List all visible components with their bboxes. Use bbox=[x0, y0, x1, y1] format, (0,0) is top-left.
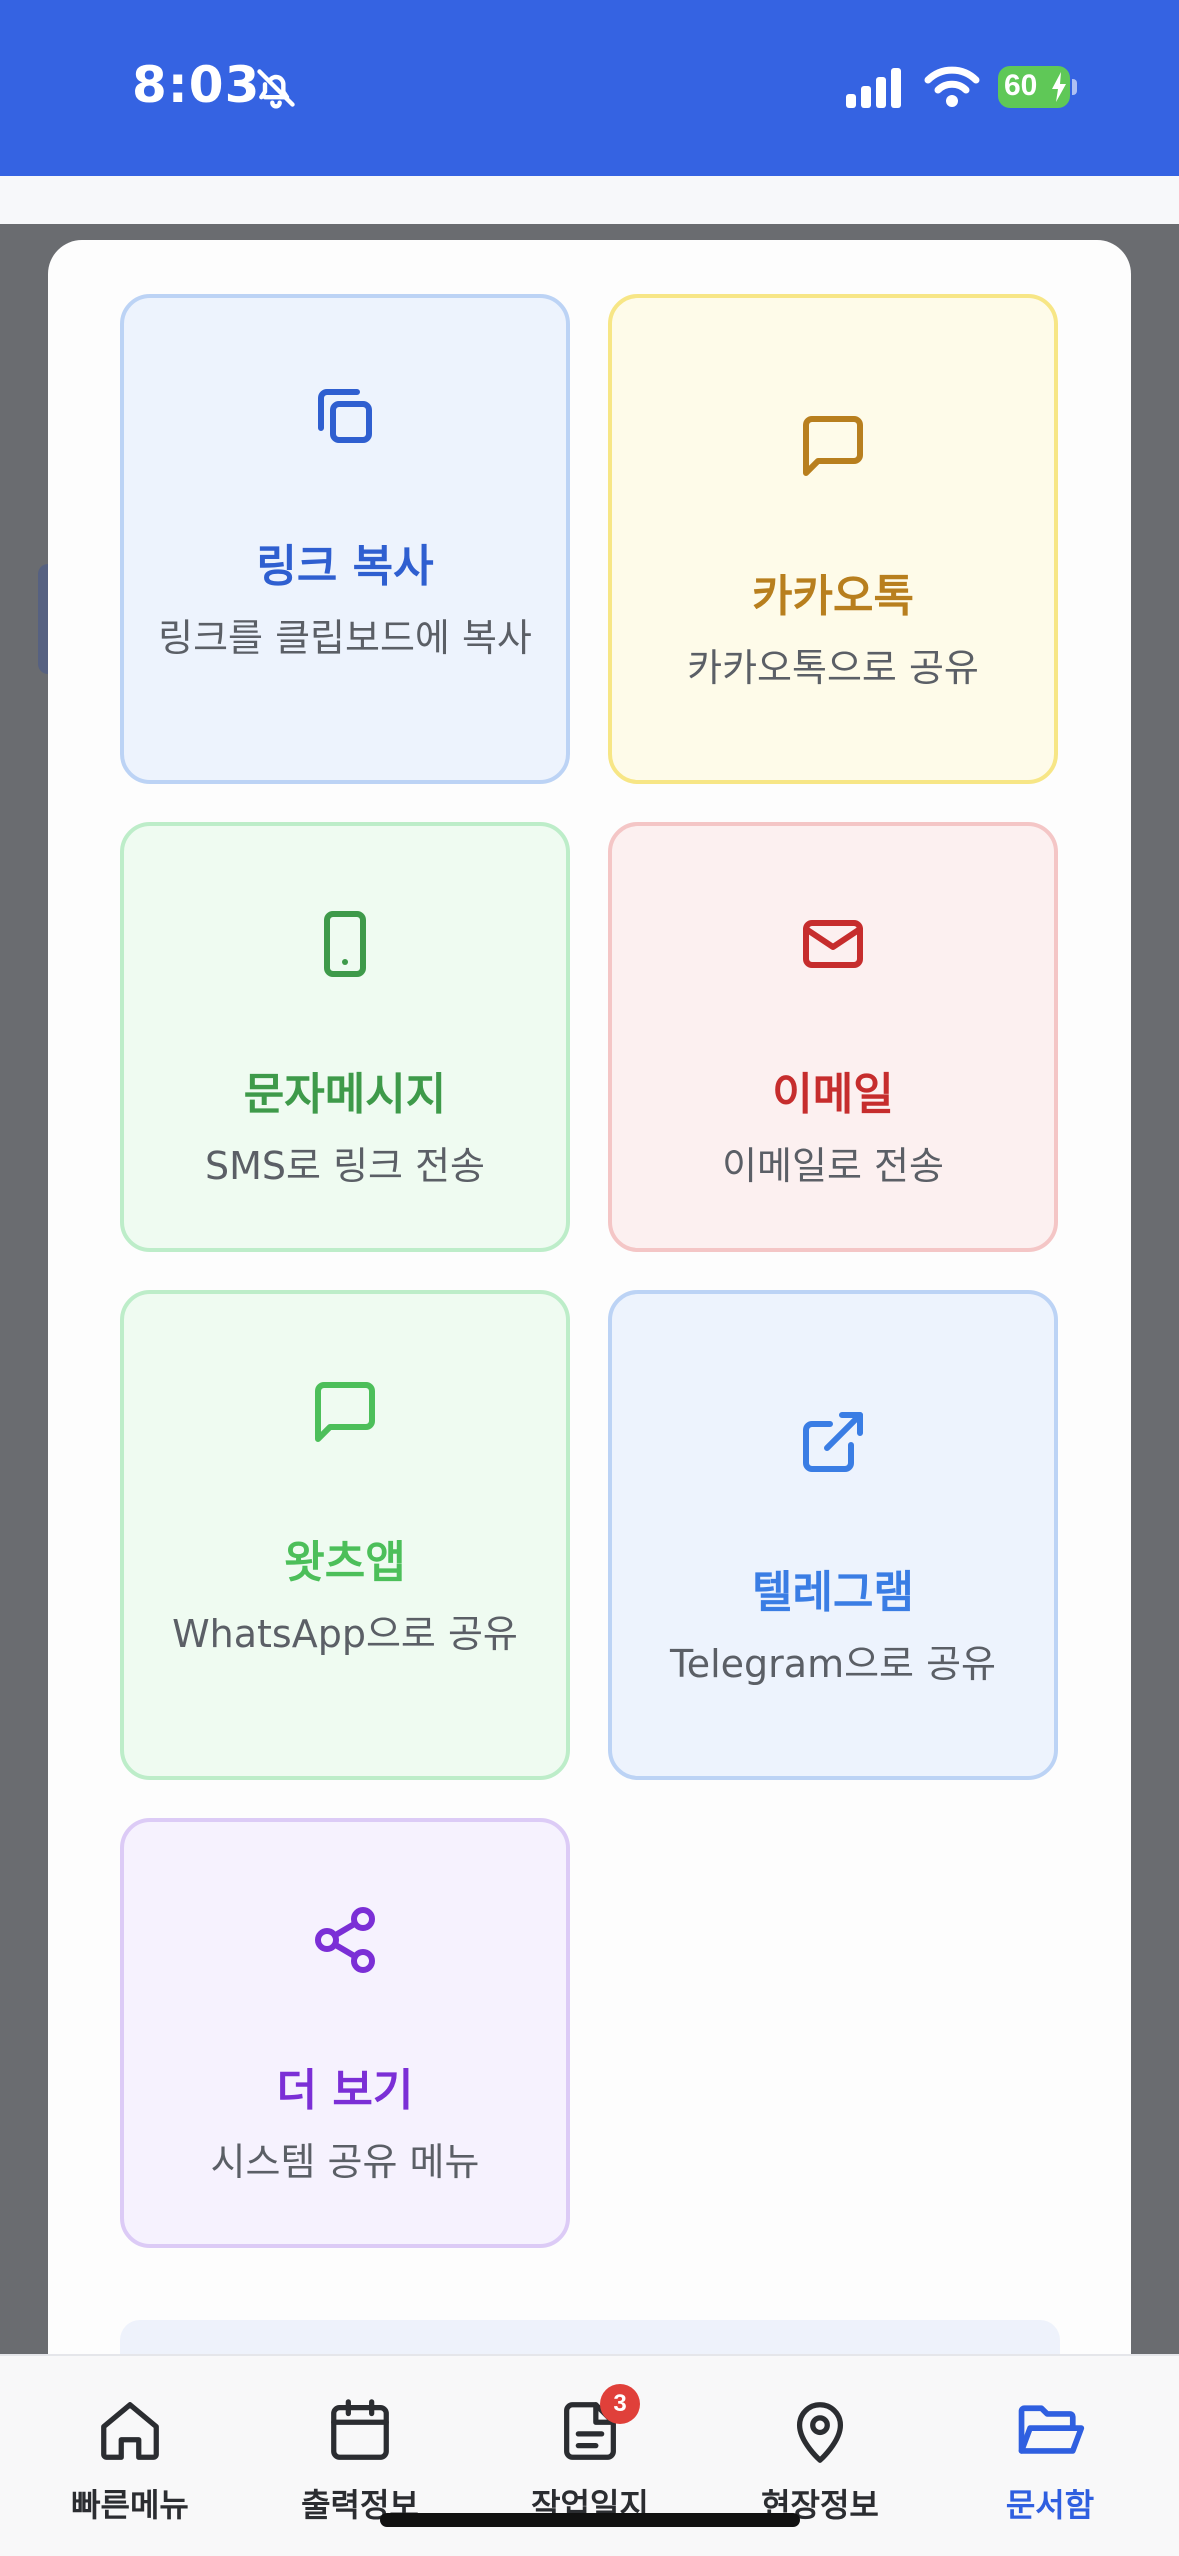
tab-site-info[interactable]: 현장정보 bbox=[705, 2356, 935, 2536]
share-option-title: 링크 복사 bbox=[256, 541, 434, 592]
share-option-more[interactable]: 더 보기 시스템 공유 메뉴 bbox=[120, 1818, 570, 2248]
status-time: 8:03 bbox=[132, 56, 261, 114]
battery-level: 60 bbox=[1004, 69, 1038, 102]
share-option-title: 카카오톡 bbox=[752, 571, 914, 622]
share-sheet: 링크 복사 링크를 클립보드에 복사 카카오톡 카카오톡으로 공유 문자메시지 … bbox=[48, 240, 1131, 2440]
share-option-title: 텔레그램 bbox=[752, 1567, 914, 1618]
wifi-icon bbox=[924, 64, 980, 112]
document-icon bbox=[475, 2396, 705, 2466]
external-link-icon bbox=[612, 1406, 1054, 1478]
share-option-title: 이메일 bbox=[772, 1069, 894, 1120]
message-square-icon bbox=[124, 1376, 566, 1448]
tab-work-log[interactable]: 작업일지 bbox=[475, 2356, 705, 2536]
share-option-title: 왓츠앱 bbox=[284, 1537, 406, 1588]
share-option-email[interactable]: 이메일 이메일로 전송 bbox=[608, 822, 1058, 1252]
tab-documents[interactable]: 문서함 bbox=[935, 2356, 1165, 2536]
calendar-icon bbox=[245, 2396, 475, 2466]
share-option-whatsapp[interactable]: 왓츠앱 WhatsApp으로 공유 bbox=[120, 1290, 570, 1780]
signal-icon bbox=[844, 68, 904, 112]
share-option-title: 문자메시지 bbox=[243, 1069, 447, 1120]
notification-badge: 3 bbox=[600, 2384, 640, 2424]
share-icon bbox=[124, 1904, 566, 1976]
tab-quick-menu[interactable]: 빠른메뉴 bbox=[15, 2356, 245, 2536]
share-option-telegram[interactable]: 텔레그램 Telegram으로 공유 bbox=[608, 1290, 1058, 1780]
home-icon bbox=[15, 2396, 245, 2466]
share-option-desc: Telegram으로 공유 bbox=[669, 1642, 997, 1686]
share-option-desc: 이메일로 전송 bbox=[722, 1144, 944, 1188]
smartphone-icon bbox=[124, 908, 566, 980]
home-indicator bbox=[380, 2513, 800, 2527]
tab-label: 빠른메뉴 bbox=[71, 2486, 189, 2524]
map-pin-icon bbox=[705, 2396, 935, 2466]
battery-icon: 60 bbox=[998, 66, 1078, 108]
share-option-title: 더 보기 bbox=[276, 2065, 414, 2116]
background-page-strip bbox=[0, 176, 1179, 224]
tab-label: 문서함 bbox=[1005, 2486, 1095, 2524]
share-option-desc: SMS로 링크 전송 bbox=[205, 1144, 485, 1188]
tab-output-info[interactable]: 출력정보 bbox=[245, 2356, 475, 2536]
share-option-desc: 링크를 클립보드에 복사 bbox=[158, 616, 532, 660]
share-option-desc: 카카오톡으로 공유 bbox=[687, 646, 979, 690]
share-option-copy-link[interactable]: 링크 복사 링크를 클립보드에 복사 bbox=[120, 294, 570, 784]
share-option-desc: WhatsApp으로 공유 bbox=[172, 1612, 518, 1656]
share-option-kakaotalk[interactable]: 카카오톡 카카오톡으로 공유 bbox=[608, 294, 1058, 784]
bell-off-icon bbox=[254, 66, 298, 114]
mail-icon bbox=[612, 908, 1054, 980]
copy-icon bbox=[124, 380, 566, 452]
folder-open-icon bbox=[935, 2396, 1165, 2466]
share-option-desc: 시스템 공유 메뉴 bbox=[210, 2140, 480, 2184]
status-bar: 8:03 60 bbox=[0, 0, 1179, 176]
share-option-sms[interactable]: 문자메시지 SMS로 링크 전송 bbox=[120, 822, 570, 1252]
message-square-icon bbox=[612, 410, 1054, 482]
